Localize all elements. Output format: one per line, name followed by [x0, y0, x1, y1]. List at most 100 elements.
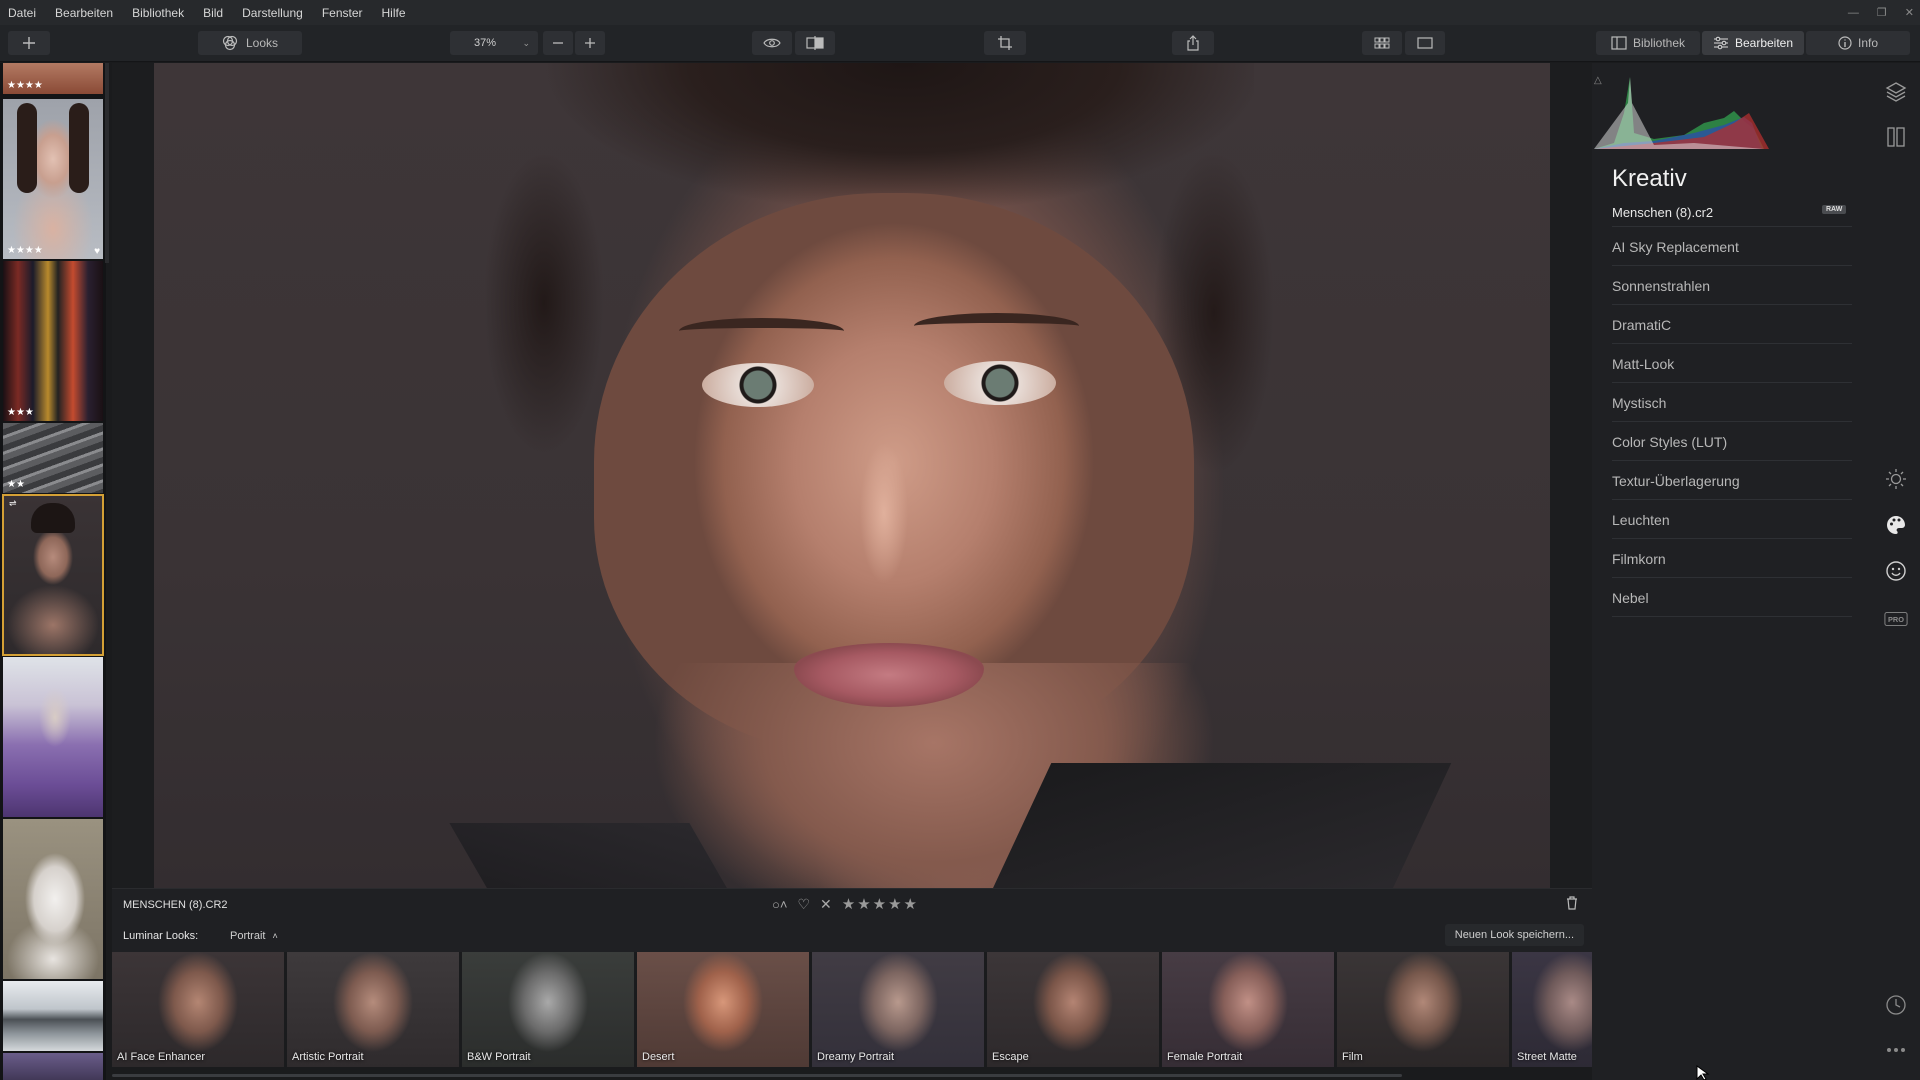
eye-shape	[944, 361, 1056, 405]
look-thumb[interactable]: Artistic Portrait	[287, 952, 459, 1067]
reject-icon[interactable]: ✕	[820, 896, 832, 913]
color-label-icon[interactable]: ○˄	[772, 897, 787, 912]
filmstrip-thumb[interactable]	[3, 819, 103, 979]
filmstrip-thumb[interactable]	[3, 1053, 103, 1080]
close-icon[interactable]: ✕	[1905, 6, 1914, 19]
star-rating: ★★★★	[7, 245, 43, 256]
menu-fenster[interactable]: Fenster	[322, 6, 363, 20]
tool-textur-ueberlagerung[interactable]: Textur-Überlagerung	[1612, 473, 1852, 489]
zoom-out-button[interactable]	[543, 31, 573, 55]
look-name: Dreamy Portrait	[817, 1051, 895, 1063]
looks-category-select[interactable]: Portrait ˄	[230, 930, 278, 942]
palette-icon[interactable]	[1884, 513, 1908, 537]
smiley-icon[interactable]	[1884, 559, 1908, 583]
grid-icon	[1374, 37, 1390, 49]
look-thumb[interactable]: B&W Portrait	[462, 952, 634, 1067]
window-controls: — ❐ ✕	[1848, 0, 1914, 25]
look-thumb[interactable]: Film	[1337, 952, 1509, 1067]
minimize-icon[interactable]: —	[1848, 7, 1859, 19]
look-name: Female Portrait	[1167, 1051, 1243, 1063]
library-panel-icon[interactable]	[1884, 125, 1908, 149]
filmstrip-thumb[interactable]: ★★★★ ♥	[3, 99, 103, 259]
restore-icon[interactable]: ❐	[1877, 6, 1887, 19]
menu-bearbeiten[interactable]: Bearbeiten	[55, 6, 113, 20]
tool-matt-look[interactable]: Matt-Look	[1612, 356, 1852, 372]
tool-ai-sky-replacement[interactable]: AI Sky Replacement	[1612, 239, 1852, 255]
menu-bild[interactable]: Bild	[203, 6, 223, 20]
tool-dramatic[interactable]: DramatiC	[1612, 317, 1852, 333]
tool-mystisch[interactable]: Mystisch	[1612, 395, 1852, 411]
toolbar: Looks 37% ⌄ Bibliothek Bearbeiten Info	[0, 25, 1920, 62]
preview-button[interactable]	[752, 31, 792, 55]
filmstrip-thumb[interactable]	[3, 981, 103, 1051]
eyebrow-shape	[679, 318, 844, 344]
tool-color-styles[interactable]: Color Styles (LUT)	[1612, 434, 1852, 450]
compare-button[interactable]	[795, 31, 835, 55]
look-name: Artistic Portrait	[292, 1051, 364, 1063]
heart-icon[interactable]: ♥	[94, 246, 100, 257]
filmstrip: ★★★★ ★★★★ ♥ ★★★ ★★ ⇌	[0, 63, 106, 1080]
mode-edit-button[interactable]: Bearbeiten	[1702, 31, 1804, 55]
zoom-value: 37%	[474, 37, 497, 49]
save-look-button[interactable]: Neuen Look speichern...	[1444, 924, 1584, 946]
mode-info-label: Info	[1857, 36, 1878, 50]
share-icon	[1187, 35, 1199, 51]
look-thumb[interactable]: Street Matte	[1512, 952, 1592, 1067]
filmstrip-thumb[interactable]: ★★	[3, 423, 103, 493]
mode-library-button[interactable]: Bibliothek	[1596, 31, 1700, 55]
menu-hilfe[interactable]: Hilfe	[382, 6, 406, 20]
filmstrip-thumb[interactable]: ★★★★	[3, 63, 103, 94]
rating-tools: ○˄ ♡ ✕ ★★★★★	[772, 895, 919, 914]
divider	[1612, 265, 1852, 266]
single-view-button[interactable]	[1405, 31, 1445, 55]
menu-darstellung[interactable]: Darstellung	[242, 6, 303, 20]
menu-datei[interactable]: Datei	[8, 6, 36, 20]
menu-bibliothek[interactable]: Bibliothek	[132, 6, 184, 20]
tool-sonnenstrahlen[interactable]: Sonnenstrahlen	[1612, 278, 1852, 294]
tool-filmkorn[interactable]: Filmkorn	[1612, 551, 1852, 567]
looks-strip: AI Face Enhancer Artistic Portrait B&W P…	[112, 952, 1592, 1067]
clothing-shape	[976, 763, 1452, 888]
divider	[1612, 421, 1852, 422]
looks-scrollbar[interactable]	[112, 1074, 1402, 1077]
look-name: Street Matte	[1517, 1051, 1577, 1063]
image-canvas[interactable]	[112, 63, 1592, 888]
sun-icon[interactable]	[1884, 467, 1908, 491]
tool-leuchten[interactable]: Leuchten	[1612, 512, 1852, 528]
filmstrip-thumb-selected[interactable]: ⇌	[2, 494, 104, 656]
zoom-select[interactable]: 37% ⌄	[450, 31, 538, 55]
trash-icon[interactable]	[1566, 896, 1578, 913]
layers-icon[interactable]	[1884, 79, 1908, 103]
look-thumb[interactable]: Escape	[987, 952, 1159, 1067]
add-button[interactable]	[8, 31, 50, 55]
share-button[interactable]	[1172, 31, 1214, 55]
star-rating: ★★★	[7, 407, 34, 418]
compare-icon	[806, 36, 824, 50]
filmstrip-thumb[interactable]: ★★★	[3, 261, 103, 421]
heart-icon[interactable]: ♡	[797, 896, 810, 913]
look-thumb[interactable]: Dreamy Portrait	[812, 952, 984, 1067]
looks-icon	[222, 35, 238, 51]
look-thumb[interactable]: Desert	[637, 952, 809, 1067]
filmstrip-thumb[interactable]	[3, 657, 103, 817]
zoom-in-button[interactable]	[575, 31, 605, 55]
grid-view-button[interactable]	[1362, 31, 1402, 55]
mode-library-label: Bibliothek	[1632, 36, 1686, 50]
pro-badge-icon[interactable]: PRO	[1884, 607, 1908, 631]
look-name: Film	[1342, 1051, 1363, 1063]
looks-category-label: Portrait	[230, 930, 266, 942]
looks-button[interactable]: Looks	[198, 31, 302, 55]
raw-badge: RAW	[1822, 205, 1847, 214]
divider	[1612, 226, 1852, 227]
star-rating-input[interactable]: ★★★★★	[842, 895, 919, 913]
tool-nebel[interactable]: Nebel	[1612, 590, 1852, 606]
filmstrip-scrollbar[interactable]	[105, 63, 109, 263]
mode-info-button[interactable]: Info	[1806, 31, 1910, 55]
more-icon[interactable]	[1884, 1038, 1908, 1062]
crop-button[interactable]	[984, 31, 1026, 55]
history-icon[interactable]	[1884, 993, 1908, 1017]
look-thumb[interactable]: Female Portrait	[1162, 952, 1334, 1067]
look-thumb[interactable]: AI Face Enhancer	[112, 952, 284, 1067]
panel-title: Kreativ	[1612, 165, 1687, 192]
mode-edit-label: Bearbeiten	[1734, 36, 1794, 50]
